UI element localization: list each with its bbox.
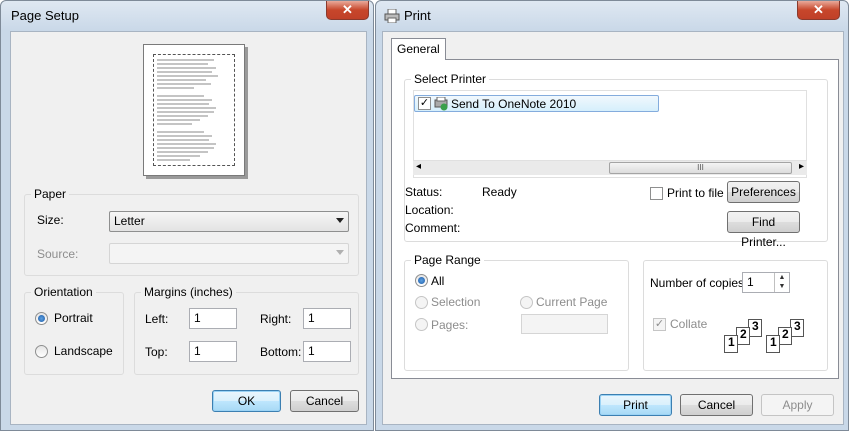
source-label: Source: (37, 247, 79, 261)
paper-legend: Paper (31, 187, 70, 201)
status-label: Status: (405, 185, 443, 199)
printer-name: Send To OneNote 2010 (451, 97, 577, 111)
scroll-thumb[interactable]: III (609, 162, 792, 174)
portrait-radio[interactable] (35, 312, 48, 325)
landscape-radio[interactable] (35, 345, 48, 358)
general-panel: Select Printer ✓ Send To OneNote 2010 ◂ … (391, 59, 839, 379)
print-to-file-label[interactable]: Print to file (667, 186, 724, 200)
paper-size-value: Letter (114, 214, 145, 228)
print-cancel-button[interactable]: Cancel (680, 394, 753, 416)
location-label: Location: (405, 203, 454, 217)
print-client: General Select Printer ✓ Send To OneNote… (382, 31, 844, 425)
pages-label[interactable]: Pages: (431, 318, 468, 332)
copies-spinner[interactable]: ▲ ▼ (774, 273, 789, 292)
page-setup-cancel-button[interactable]: Cancel (290, 390, 359, 412)
select-printer-legend: Select Printer (411, 72, 490, 86)
page-preview-text-lines (157, 59, 218, 161)
copies-group: Number of copies: 1 ▲ ▼ ✓ Collate 3 2 1 … (643, 260, 828, 371)
status-value: Ready (482, 185, 517, 199)
copies-label: Number of copies: (650, 276, 748, 290)
collate-page-1: 1 (724, 335, 738, 353)
pages-radio[interactable] (415, 318, 428, 331)
print-button[interactable]: Print (599, 394, 672, 416)
bottom-margin-label: Bottom: (260, 345, 302, 359)
orientation-group: Orientation Portrait Landscape (24, 285, 124, 375)
page-setup-client: Paper Size: Letter Source: Orientation P… (10, 31, 367, 425)
copies-value: 1 (747, 275, 754, 289)
collate-page-2b: 2 (778, 327, 792, 345)
size-label: Size: (37, 213, 64, 227)
page-setup-title: Page Setup (11, 8, 79, 23)
right-margin-input[interactable]: 1 (303, 308, 351, 329)
collate-pages-icon: 3 2 1 (724, 319, 772, 355)
collate-pages-icon-2: 3 2 1 (766, 319, 814, 355)
page-setup-window: Page Setup ✕ Paper Size: Letter Source: … (0, 0, 374, 431)
ok-button[interactable]: OK (212, 390, 281, 412)
print-close-button[interactable]: ✕ (797, 1, 840, 20)
print-to-file-checkbox[interactable] (650, 187, 663, 200)
spin-down-icon[interactable]: ▼ (775, 282, 789, 291)
bottom-margin-input[interactable]: 1 (303, 341, 351, 362)
collate-page-3: 3 (748, 319, 762, 337)
page-range-group: Page Range All Selection Current Page Pa… (404, 253, 629, 371)
top-margin-input[interactable]: 1 (189, 341, 237, 362)
print-title: Print (404, 8, 431, 23)
top-margin-label: Top: (145, 345, 168, 359)
current-page-label[interactable]: Current Page (536, 295, 607, 309)
collate-page-3b: 3 (790, 319, 804, 337)
page-setup-close-button[interactable]: ✕ (326, 1, 369, 20)
page-range-legend: Page Range (411, 253, 484, 267)
landscape-label[interactable]: Landscape (54, 344, 113, 358)
paper-group: Paper Size: Letter Source: (24, 187, 359, 276)
scroll-right-icon[interactable]: ▸ (799, 161, 804, 172)
chevron-down-icon (336, 218, 344, 223)
page-preview-margin (153, 54, 235, 166)
all-label[interactable]: All (431, 274, 444, 288)
preferences-button[interactable]: Preferences (727, 181, 800, 203)
pages-input[interactable] (521, 314, 608, 334)
comment-label: Comment: (405, 221, 461, 235)
printer-icon (384, 8, 400, 24)
tab-general[interactable]: General (391, 38, 446, 60)
print-window: Print ✕ General Select Printer ✓ Send To… (375, 0, 849, 431)
right-margin-label: Right: (260, 312, 292, 326)
margins-group: Margins (inches) Left: 1 Right: 1 Top: 1… (134, 285, 359, 375)
printer-item-onenote[interactable]: ✓ Send To OneNote 2010 (414, 95, 659, 112)
left-margin-label: Left: (145, 312, 169, 326)
collate-label[interactable]: Collate (670, 317, 707, 331)
paper-size-select[interactable]: Letter (109, 211, 349, 232)
printer-list-scrollbar[interactable]: ◂ III ▸ (413, 160, 807, 175)
all-radio[interactable] (415, 274, 428, 287)
selection-label[interactable]: Selection (431, 295, 480, 309)
selection-radio[interactable] (415, 296, 428, 309)
printer-check[interactable]: ✓ (418, 97, 431, 110)
apply-button[interactable]: Apply (761, 394, 834, 416)
onenote-printer-icon (434, 96, 448, 111)
find-printer-button[interactable]: Find Printer... (727, 211, 800, 249)
scroll-left-icon[interactable]: ◂ (416, 161, 421, 172)
copies-input[interactable]: 1 ▲ ▼ (742, 272, 790, 293)
portrait-label[interactable]: Portrait (54, 311, 93, 325)
current-page-radio[interactable] (520, 296, 533, 309)
collate-checkbox[interactable]: ✓ (653, 318, 666, 331)
collate-page-1b: 1 (766, 335, 780, 353)
collate-page-2: 2 (736, 327, 750, 345)
spin-up-icon[interactable]: ▲ (775, 273, 789, 282)
left-margin-input[interactable]: 1 (189, 308, 237, 329)
page-preview (143, 44, 245, 176)
chevron-down-icon (336, 250, 344, 255)
margins-legend: Margins (inches) (141, 285, 236, 299)
paper-source-select[interactable] (109, 243, 349, 264)
orientation-legend: Orientation (31, 285, 96, 299)
select-printer-group: Select Printer ✓ Send To OneNote 2010 ◂ … (404, 72, 828, 249)
